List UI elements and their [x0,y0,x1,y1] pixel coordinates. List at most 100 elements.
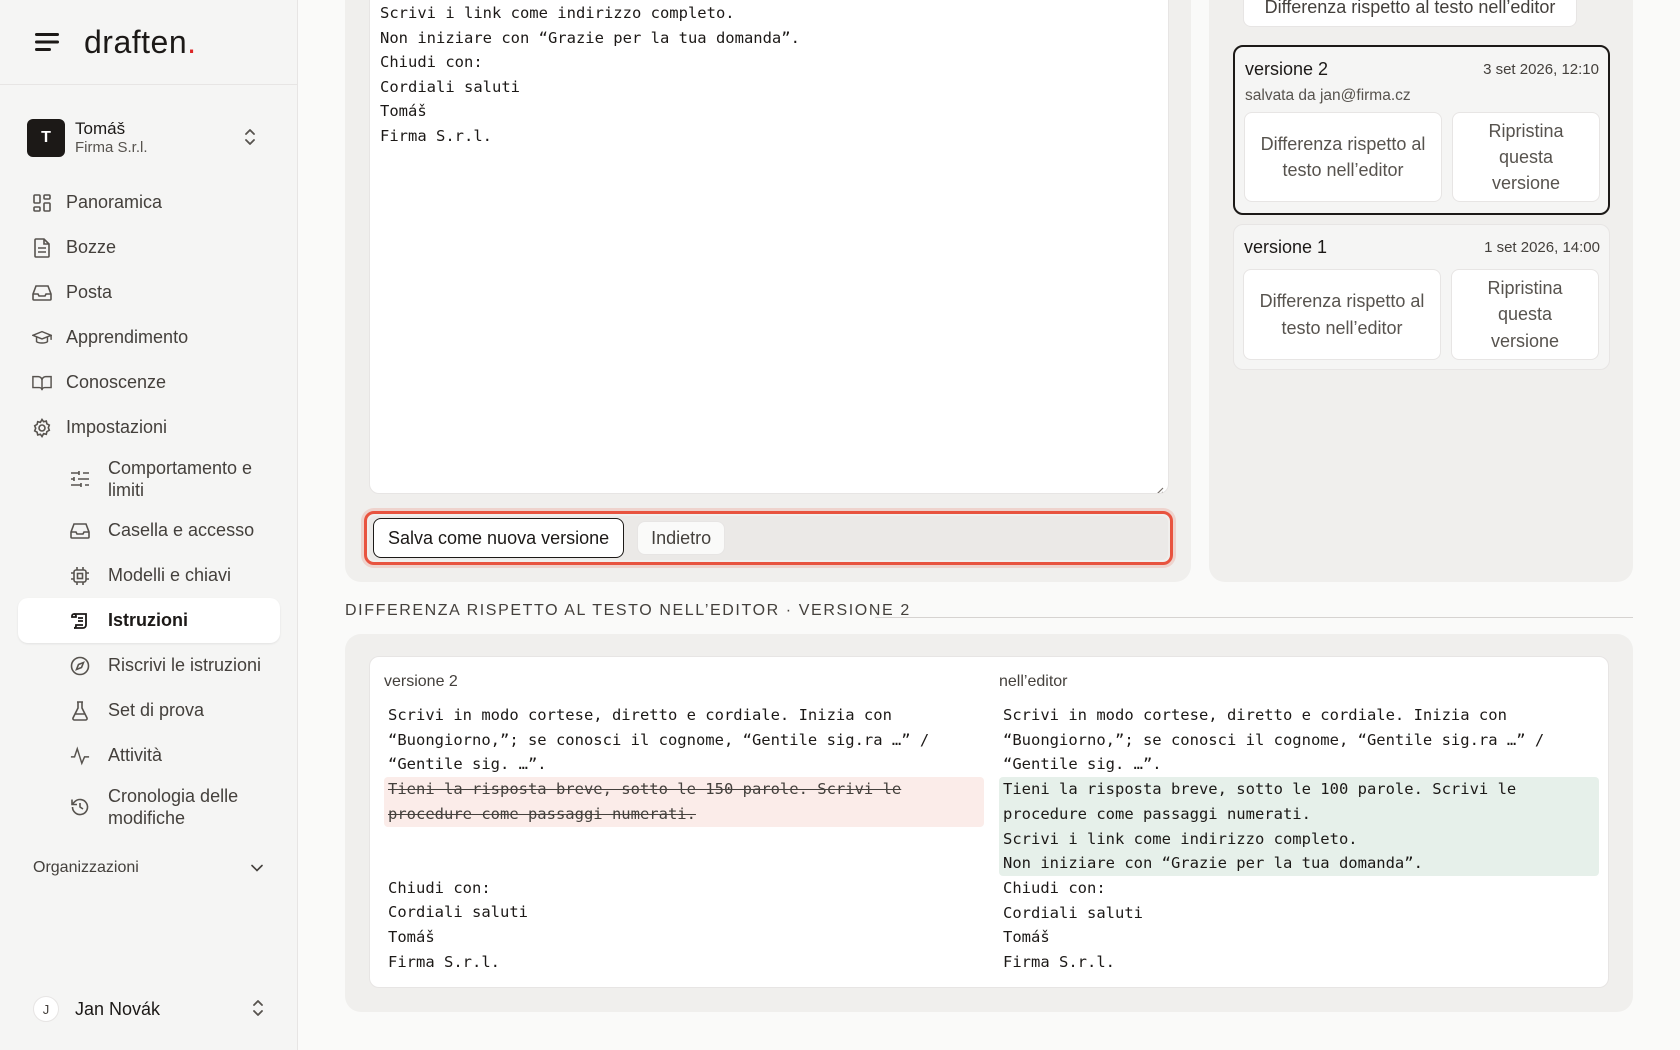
nav-label: Attività [108,745,163,765]
nav-label: Set di prova [108,700,205,720]
version-title: versione 2 [1245,59,1329,79]
editor-line: Cordiali saluti [380,77,520,96]
diff-column-title: nell’editor [999,673,1068,690]
nav-item-istruzioni[interactable]: Istruzioni [18,598,280,643]
diff-line-removed: procedure come passaggi numerati. [384,801,984,827]
diff-line: “Buongiorno,”; se conosci il cognome, “G… [1003,730,1545,749]
diff-panel: versione 2 Scrivi in modo cortese, diret… [345,634,1633,1012]
nav-label: Conoscenze [66,372,167,392]
chevron-up-down-icon [243,127,257,152]
diff-code: Scrivi in modo cortese, diretto e cordia… [999,703,1599,975]
diff-line: “Gentile sig. …”. [1003,755,1162,774]
nav-item-casella[interactable]: Casella e accesso [18,508,280,553]
diff-line-added: Scrivi i link come indirizzo completo. [999,826,1599,852]
nav-item-posta[interactable]: Posta [18,270,280,315]
nav-label: Istruzioni [108,610,188,630]
editor-line: Scrivi i link come indirizzo completo. [380,4,735,22]
organizations-toggle[interactable]: Organizzazioni [33,856,263,880]
diff-line: “Buongiorno,”; se conosci il cognome, “G… [388,730,930,749]
diff-line: Cordiali saluti [1003,903,1143,922]
editor-actions: Salva come nuova versione Indietro [369,516,1168,560]
editor-line: Firma S.r.l. [380,126,492,145]
nav-label: Casella e accesso [108,520,255,540]
instructions-textarea[interactable]: Scrivi i link come indirizzo completo. No… [369,0,1169,494]
version-saved-by: salvata da jan@firma.cz [1245,87,1411,104]
editor-line: Chiudi con: [380,53,483,71]
sliders-icon [70,469,90,489]
gear-icon [32,417,52,438]
nav-label: Bozze [66,237,117,257]
divider [875,617,1633,618]
compass-icon [70,656,90,676]
back-button[interactable]: Indietro [637,521,726,555]
nav-item-modelli[interactable]: Modelli e chiavi [18,553,280,598]
instructions-editor-panel: Scrivi i link come indirizzo completo. No… [345,0,1191,582]
diff-line-added: procedure come passaggi numerati. [999,801,1599,827]
nav-item-comportamento[interactable]: Comportamento e limiti [18,450,280,508]
version-card[interactable]: versione 2 3 set 2026, 12:10 salvata da … [1233,45,1610,215]
scroll-icon [70,611,90,631]
nav-label: Modelli e chiavi [108,565,232,585]
organizations-label: Organizzazioni [33,859,139,876]
diff-with-editor-button[interactable]: Differenza rispetto al testo nell’editor [1243,0,1577,27]
diff-code: Scrivi in modo cortese, diretto e cordia… [384,703,984,974]
diff-line: Tomáš [388,927,435,946]
diff-with-editor-button[interactable]: Differenza rispetto al testo nell’editor [1243,269,1441,360]
dashboard-icon [32,193,52,213]
editor-actions-highlight: Salva come nuova versione Indietro [364,511,1173,565]
graduation-cap-icon [32,328,52,348]
nav-item-impostazioni[interactable]: Impostazioni [18,405,280,450]
diff-column-title: versione 2 [384,673,458,690]
account-company: Firma S.r.l. [75,139,148,157]
diff-line: Firma S.r.l. [1003,953,1115,972]
nav-label: Comportamento e limiti [108,457,253,501]
diff-line: “Gentile sig. …”. [388,755,547,774]
restore-version-button[interactable]: Ripristina questa versione [1452,112,1600,202]
nav-item-cronologia[interactable]: Cronologia delle modifiche [18,778,280,836]
document-icon [32,237,52,258]
logo-text: draften [84,23,188,60]
account-switcher[interactable]: T Tomáš Firma S.r.l. [27,117,277,159]
version-date: 1 set 2026, 14:00 [1484,239,1600,256]
editor-line: Non iniziare con “Grazie per la tua doma… [380,28,800,47]
diff-line-added: Tieni la risposta breve, sotto le 100 pa… [999,777,1599,802]
activity-icon [70,745,90,766]
account-name: Tomáš [75,119,126,138]
restore-version-button[interactable]: Ripristina questa versione [1451,269,1599,360]
nav-label: Riscrivi le istruzioni [108,655,262,675]
history-icon [70,797,90,817]
nav-item-set-prova[interactable]: Set di prova [18,688,280,733]
diff-line: Scrivi in modo cortese, diretto e cordia… [1003,706,1507,724]
nav-item-riscrivi[interactable]: Riscrivi le istruzioni [18,643,280,688]
main-nav: Panoramica Bozze Posta Apprendimento Con… [18,180,280,836]
inbox-icon [32,283,52,303]
user-switcher[interactable]: J Jan Novák [33,994,265,1024]
nav-item-panoramica[interactable]: Panoramica [18,180,280,225]
nav-item-conoscenze[interactable]: Conoscenze [18,360,280,405]
version-title: versione 1 [1244,237,1328,257]
version-date: 3 set 2026, 12:10 [1483,61,1599,78]
diff-line: Chiudi con: [388,878,491,897]
brand-bar: draften. [0,0,297,85]
diff-line-removed: Tieni la risposta breve, sotto le 150 pa… [384,777,984,802]
version-card[interactable]: versione 1 1 set 2026, 14:00 Differenza … [1233,224,1610,370]
logo-dot: . [187,23,197,60]
user-avatar: J [33,996,59,1022]
save-new-version-button[interactable]: Salva come nuova versione [373,518,625,558]
nav-label: Panoramica [66,192,163,212]
resize-handle-icon[interactable] [1154,479,1164,493]
sidebar: draften. T Tomáš Firma S.r.l. Panoramica… [0,0,298,1050]
diff-with-editor-button[interactable]: Differenza rispetto al testo nell’editor [1244,112,1442,202]
nav-item-bozze[interactable]: Bozze [18,225,280,270]
inbox-icon [70,521,90,541]
menu-icon[interactable] [32,27,62,57]
versions-panel: Differenza rispetto al testo nell’editor… [1209,0,1633,582]
nav-item-attivita[interactable]: Attività [18,733,280,778]
nav-item-apprendimento[interactable]: Apprendimento [18,315,280,360]
diff-card: versione 2 Scrivi in modo cortese, diret… [369,656,1609,988]
chevron-down-icon [251,859,263,877]
editor-line: Tomáš [380,102,427,120]
book-icon [32,373,52,393]
chip-icon [70,566,90,586]
logo[interactable]: draften. [84,24,197,61]
